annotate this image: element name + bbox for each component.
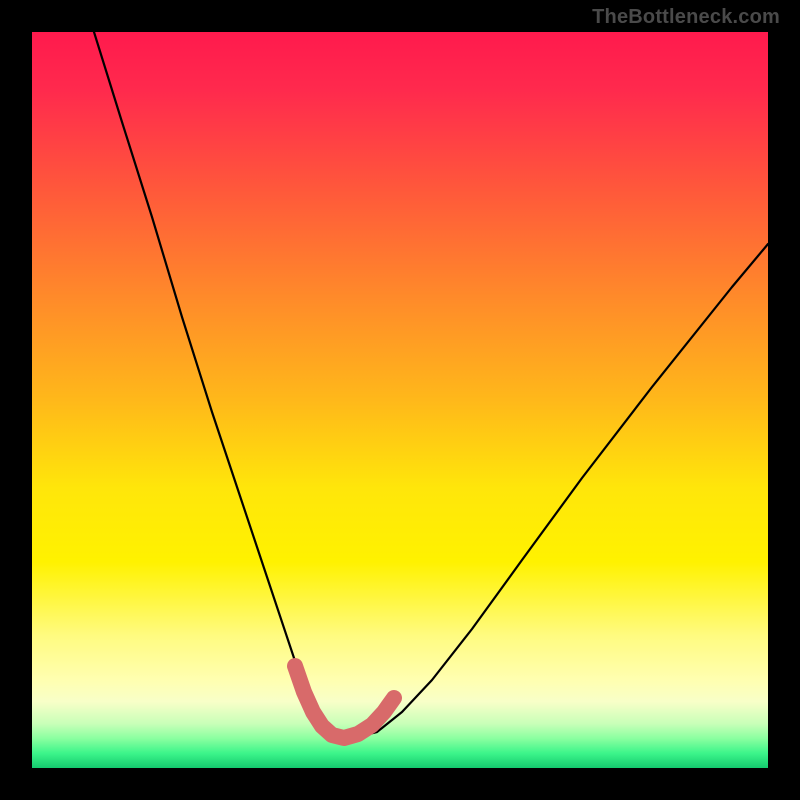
watermark-text: TheBottleneck.com — [592, 6, 780, 29]
curve-layer — [32, 32, 768, 768]
main-curve — [94, 32, 768, 738]
plot-area — [32, 32, 768, 768]
chart-frame: TheBottleneck.com — [0, 0, 800, 800]
highlight-segment — [295, 666, 394, 738]
